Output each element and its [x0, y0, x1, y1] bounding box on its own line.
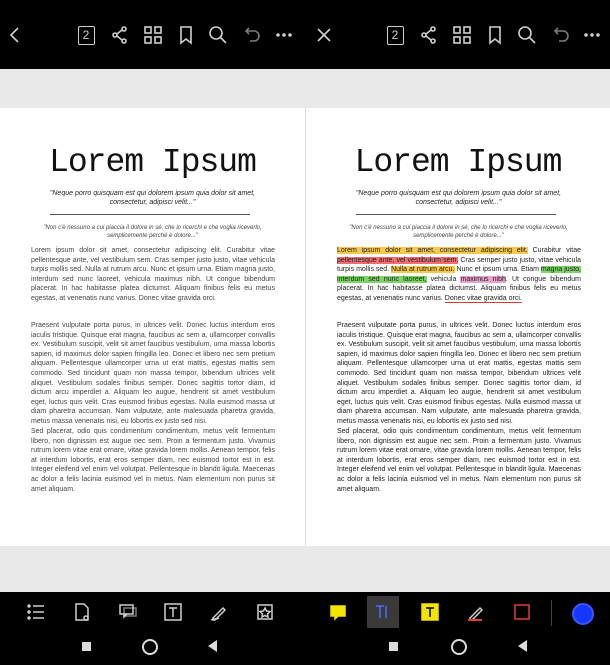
text-insert-tool-icon[interactable]: [367, 596, 399, 628]
page-number-button-right[interactable]: 2: [384, 24, 406, 46]
back-icon[interactable]: [4, 24, 26, 46]
page-number-badge: 2: [386, 25, 404, 45]
text-box-icon[interactable]: [161, 600, 185, 624]
document-quote: "Neque porro quisquam est qui dolorem ip…: [355, 190, 562, 206]
signature-pen-icon[interactable]: [207, 600, 231, 624]
recents-button[interactable]: [82, 642, 91, 651]
toolbar-divider: [551, 600, 552, 626]
divider-line: [356, 214, 556, 215]
paragraph-3: Sed placerat, odio quis condimentum cond…: [337, 428, 581, 493]
top-toolbar-right: 2: [305, 0, 610, 69]
share-icon[interactable]: [109, 24, 131, 46]
page-number-button[interactable]: 2: [75, 24, 97, 46]
highlight-pink[interactable]: maximus nibh: [460, 275, 506, 283]
paragraph-1: Lorem ipsum dolor sit amet, consectetur …: [31, 247, 275, 302]
divider-line: [50, 214, 250, 215]
home-button[interactable]: [451, 639, 467, 655]
document-subquote: "Non c'è nessuno a cui piaccia il dolore…: [349, 225, 568, 239]
document-title: Lorem Ipsum: [49, 144, 257, 181]
paragraph-3: Sed placerat, odio quis condimentum cond…: [31, 428, 275, 493]
underline-red[interactable]: Donec vitae gravida orci.: [444, 294, 522, 303]
back-button[interactable]: [208, 640, 217, 652]
share-icon[interactable]: [418, 24, 440, 46]
search-icon[interactable]: [207, 24, 229, 46]
thumbnails-grid-icon[interactable]: [142, 24, 164, 46]
recents-button[interactable]: [389, 642, 398, 651]
text-span: vehicula: [426, 275, 461, 283]
home-button[interactable]: [142, 639, 158, 655]
paragraph-1-annotated: Lorem ipsum dolor sit amet, consectetur …: [337, 246, 581, 304]
page-number-badge: 2: [77, 25, 95, 45]
thumbnails-grid-icon[interactable]: [451, 24, 473, 46]
document-subquote: "Non c'è nessuno a cui piaccia il dolore…: [43, 225, 262, 239]
pen-tool-icon[interactable]: [464, 600, 488, 624]
document-title: Lorem Ipsum: [354, 144, 563, 181]
shape-rectangle-tool-icon[interactable]: [510, 600, 534, 624]
bookmark-icon[interactable]: [175, 24, 197, 46]
text-span: Curabitur vitae: [527, 247, 581, 254]
undo-icon[interactable]: [550, 24, 572, 46]
note-tool-icon[interactable]: [326, 600, 350, 624]
stamp-icon[interactable]: [253, 600, 277, 624]
highlight-yellow[interactable]: Lorem ipsum dolor sit amet, consectetur …: [337, 247, 528, 254]
color-picker-button[interactable]: [572, 603, 594, 625]
pdf-page-original[interactable]: Lorem Ipsum "Neque porro quisquam est qu…: [0, 108, 305, 546]
paragraph-2: Praesent vulputate porta purus, in ultri…: [31, 322, 275, 425]
system-nav-bar: [0, 633, 610, 665]
annotation-toolbar: [0, 592, 610, 633]
highlight-yellow[interactable]: Nulla at rutrum arcu.: [391, 266, 455, 274]
page-attach-icon[interactable]: [70, 600, 94, 624]
comment-icon[interactable]: [116, 600, 140, 624]
back-button[interactable]: [518, 640, 527, 652]
highlight-red[interactable]: pellentesque ante, vel vestibulum sem.: [337, 256, 459, 264]
paragraph-2: Praesent vulputate porta purus, in ultri…: [337, 322, 581, 425]
text-span: Nunc et ipsum urna. Etiam: [454, 266, 541, 274]
list-icon[interactable]: [24, 600, 48, 624]
bookmark-icon[interactable]: [484, 24, 506, 46]
more-icon[interactable]: [273, 24, 295, 46]
pdf-page-annotated[interactable]: Lorem Ipsum "Neque porro quisquam est qu…: [305, 108, 610, 546]
top-toolbar-left: 2: [0, 0, 305, 69]
undo-icon[interactable]: [241, 24, 263, 46]
search-icon[interactable]: [516, 24, 538, 46]
close-icon[interactable]: [313, 24, 335, 46]
more-icon[interactable]: [581, 24, 603, 46]
document-viewer[interactable]: Lorem Ipsum "Neque porro quisquam est qu…: [0, 69, 610, 592]
text-highlight-tool-icon[interactable]: [418, 600, 442, 624]
document-quote: "Neque porro quisquam est qui dolorem ip…: [49, 190, 256, 206]
